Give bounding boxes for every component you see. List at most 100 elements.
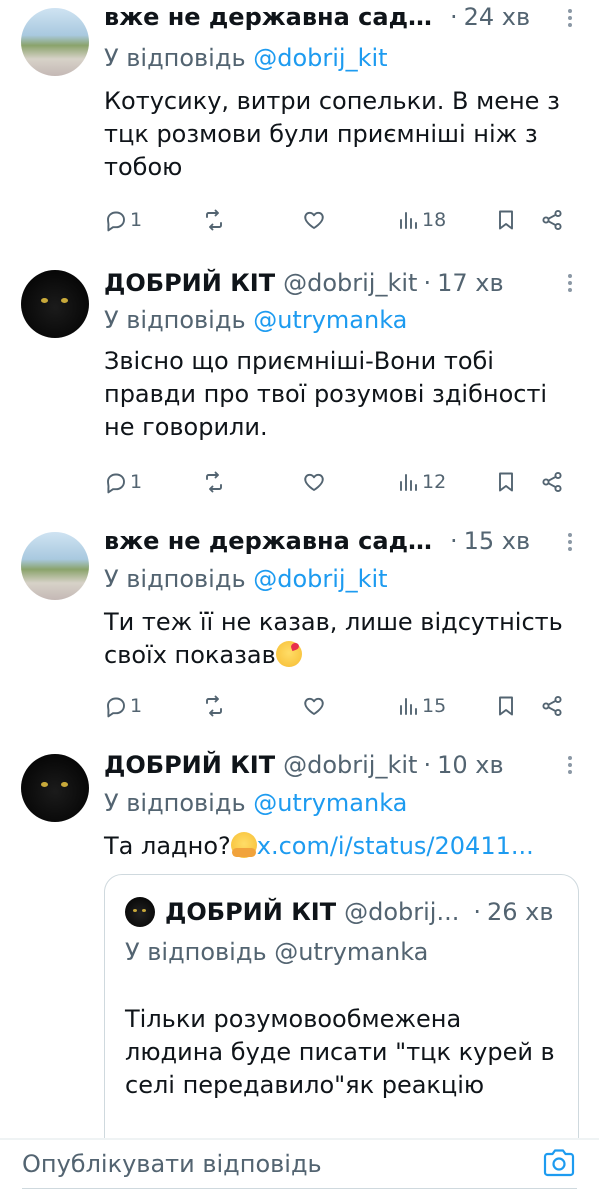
more-options-icon[interactable]	[563, 6, 577, 32]
reply-to-line: У відповідь @utrymanka	[104, 305, 407, 335]
bookmark-icon	[499, 472, 513, 492]
timestamp[interactable]: 15 хв	[464, 526, 531, 556]
tweet[interactable]: вже не державна садєр... · 15 хв У відпо…	[0, 518, 599, 744]
repost-button[interactable]	[202, 694, 226, 718]
bookmark-button[interactable]	[494, 470, 518, 494]
separator-dot: ·	[423, 269, 432, 297]
like-icon	[304, 211, 324, 229]
share-button[interactable]	[540, 208, 564, 232]
separator-dot: ·	[450, 527, 458, 555]
status-link[interactable]: x.com/i/status/20411...	[257, 832, 534, 860]
reply-button[interactable]: 1	[104, 208, 142, 232]
tweet-text: Ти теж її не казав, лише відсутність сво…	[104, 606, 575, 672]
like-button[interactable]	[302, 208, 326, 232]
tweet-header: ДОБРИЙ КІТ @dobrij_kit · 17 хв	[104, 268, 549, 298]
views-count: 18	[422, 209, 447, 231]
camera-button[interactable]	[541, 1145, 577, 1181]
tweet-header: вже не державна садєр... · 24 хв	[104, 2, 549, 32]
reply-icon	[107, 697, 125, 718]
bookmark-button[interactable]	[494, 208, 518, 232]
tweet-text-body: Та ладно?	[104, 832, 231, 860]
reply-to-mention[interactable]: @dobrij_kit	[253, 44, 387, 72]
tweet-header: ДОБРИЙ КІТ @dobrij_kit · 10 хв	[104, 750, 549, 780]
quoted-author-handle: @dobrij...	[344, 898, 460, 926]
quoted-tweet-text: Тільки розумовообмежена людина буде писа…	[125, 1005, 555, 1099]
timestamp[interactable]: 24 хв	[464, 2, 531, 32]
author-handle[interactable]: @dobrij_kit	[283, 750, 417, 780]
repost-icon	[206, 471, 222, 493]
like-button[interactable]	[302, 470, 326, 494]
repost-button[interactable]	[202, 470, 226, 494]
reply-to-label: У відповідь	[104, 44, 254, 72]
repost-icon	[206, 695, 222, 717]
tweet[interactable]: вже не державна садєр... · 24 хв У відпо…	[0, 0, 599, 256]
reply-composer[interactable]: Опублікувати відповідь	[0, 1138, 599, 1200]
camera-icon	[543, 1149, 575, 1177]
reply-count: 1	[130, 209, 143, 231]
author-handle[interactable]: @dobrij_kit	[283, 268, 417, 298]
repost-icon	[206, 209, 222, 231]
action-bar: 1 15	[104, 694, 577, 724]
quoted-timestamp: 26 хв	[487, 898, 554, 926]
reply-input[interactable]: Опублікувати відповідь	[22, 1149, 322, 1179]
divider	[0, 1139, 599, 1140]
share-icon	[542, 695, 562, 717]
views-count: 15	[422, 695, 447, 717]
share-button[interactable]	[540, 694, 564, 718]
author-name[interactable]: вже не державна садєр...	[104, 526, 444, 556]
share-button[interactable]	[540, 470, 564, 494]
reply-to-mention[interactable]: @dobrij_kit	[253, 565, 387, 593]
more-options-icon[interactable]	[563, 530, 577, 556]
more-options-icon[interactable]	[563, 271, 577, 297]
views-icon	[400, 474, 417, 491]
repost-button[interactable]	[202, 208, 226, 232]
like-button[interactable]	[302, 694, 326, 718]
reply-icon	[107, 473, 125, 494]
bookmark-button[interactable]	[494, 694, 518, 718]
divider	[22, 1188, 577, 1189]
avatar[interactable]	[21, 754, 89, 822]
views-button[interactable]: 18	[396, 208, 446, 232]
kiss-emoji-icon	[275, 641, 302, 667]
avatar[interactable]	[21, 532, 89, 600]
quoted-avatar	[125, 897, 155, 927]
more-options-icon[interactable]	[563, 753, 577, 779]
separator-dot: ·	[423, 751, 432, 779]
reply-to-mention[interactable]: @utrymanka	[253, 789, 407, 817]
quoted-tweet-card[interactable]: ДОБРИЙ КІТ @dobrij... · 26 хв У відповід…	[104, 874, 579, 1138]
like-icon	[304, 697, 324, 715]
reply-to-mention[interactable]: @utrymanka	[253, 306, 407, 334]
views-button[interactable]: 12	[396, 470, 446, 494]
quoted-author-name: ДОБРИЙ КІТ	[165, 898, 337, 926]
reply-button[interactable]: 1	[104, 470, 142, 494]
reply-button[interactable]: 1	[104, 694, 142, 718]
quoted-tweet-header: ДОБРИЙ КІТ @dobrij... · 26 хв	[125, 897, 560, 927]
author-name[interactable]: ДОБРИЙ КІТ	[104, 750, 275, 780]
avatar[interactable]	[21, 270, 89, 338]
tweet-text-body: Ти теж її не казав, лише відсутність сво…	[104, 608, 563, 669]
tweet-text: Та ладно? x.com/i/status/20411...	[104, 830, 575, 863]
views-button[interactable]: 15	[396, 694, 446, 718]
tweet-text: Котусику, витри сопельки. В мене з тцк р…	[104, 87, 560, 181]
author-name[interactable]: вже не державна садєр...	[104, 2, 444, 32]
views-icon	[400, 698, 417, 715]
reply-icon	[107, 211, 125, 232]
tweet-header: вже не державна садєр... · 15 хв	[104, 526, 549, 556]
tweet[interactable]: ДОБРИЙ КІТ @dobrij_kit · 17 хв У відпові…	[0, 256, 599, 518]
reply-to-line: У відповідь @dobrij_kit	[104, 564, 388, 594]
timestamp[interactable]: 17 хв	[437, 268, 504, 298]
reply-to-line: У відповідь @utrymanka	[104, 788, 407, 818]
timestamp[interactable]: 10 хв	[437, 750, 504, 780]
share-icon	[542, 471, 562, 493]
separator-dot: ·	[473, 898, 481, 926]
reply-to-label: У відповідь	[104, 306, 254, 334]
views-count: 12	[422, 471, 447, 493]
avatar[interactable]	[21, 8, 89, 76]
author-name[interactable]: ДОБРИЙ КІТ	[104, 268, 275, 298]
reply-thread: вже не державна садєр... · 24 хв У відпо…	[0, 0, 599, 1138]
action-bar: 1 18	[104, 208, 577, 238]
hugging-emoji-icon	[230, 832, 257, 858]
tweet-text: Звісно що приємніші-Вони тобі правди про…	[104, 347, 548, 441]
reply-to-line: У відповідь @dobrij_kit	[104, 43, 388, 73]
like-icon	[304, 473, 324, 491]
